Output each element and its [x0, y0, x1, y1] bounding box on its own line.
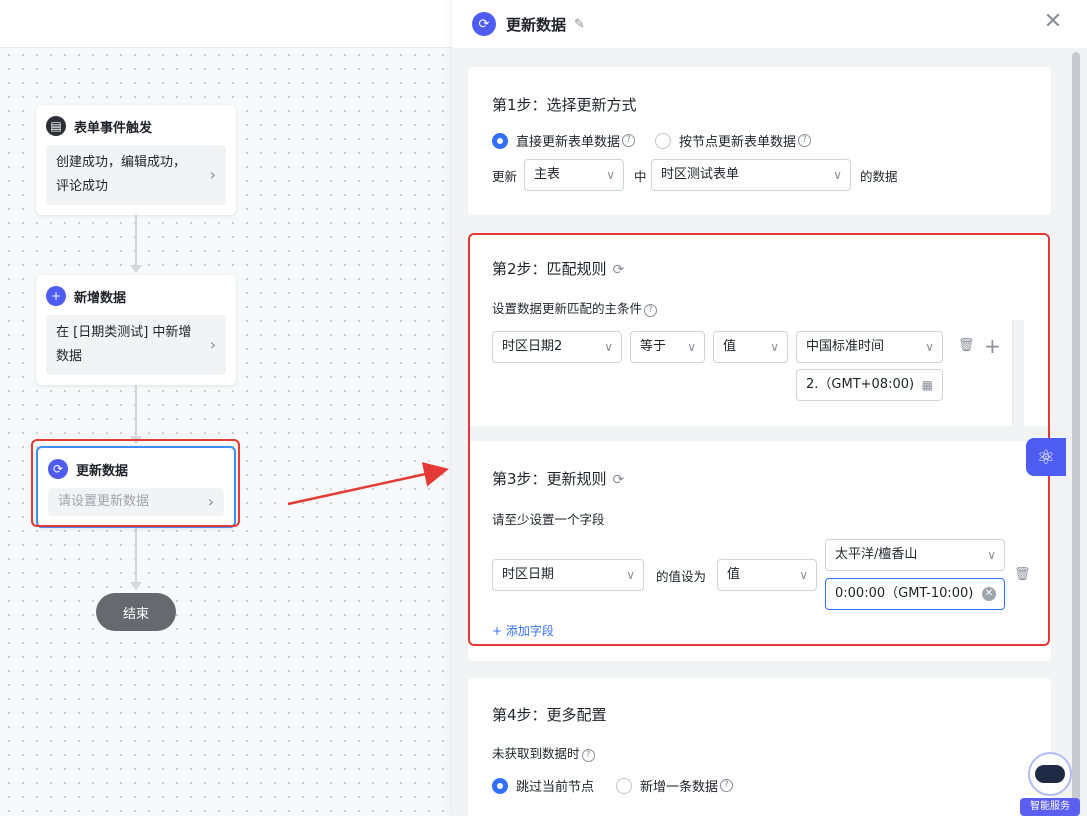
connector: [135, 527, 137, 583]
smart-service-widget[interactable]: 智能服务: [1020, 752, 1080, 816]
update-label: 更新: [492, 169, 518, 184]
flow-canvas[interactable]: ▤ 表单事件触发 创建成功，编辑成功，评论成功 › + 新增数据 在 [日期类测…: [0, 0, 452, 816]
node-summary-text: 在 [日期类测试] 中新增数据: [56, 325, 192, 364]
radio-skip-node-label[interactable]: 跳过当前节点: [516, 776, 594, 795]
add-data-node[interactable]: + 新增数据 在 [日期类测试] 中新增数据 ›: [36, 275, 236, 385]
node-summary-text: 创建成功，编辑成功，评论成功: [56, 155, 187, 194]
radio-direct-label[interactable]: 直接更新表单数据: [516, 131, 620, 150]
radio-add-record-label[interactable]: 新增一条数据: [640, 776, 718, 795]
bot-icon: ⚛: [1037, 445, 1055, 469]
step4-subtitle-row: 未获取到数据时?: [492, 743, 595, 762]
node-title: 表单事件触发: [74, 120, 153, 136]
chevron-right-icon: ›: [209, 335, 216, 354]
help-icon[interactable]: ?: [581, 749, 595, 762]
step4-card: 第4步：更多配置 未获取到数据时? 跳过当前节点 新增一条数据 ?: [468, 678, 1051, 816]
connector: [135, 381, 137, 437]
close-icon[interactable]: ✕: [1041, 10, 1065, 34]
step4-title: 第4步：更多配置: [492, 706, 607, 724]
plus-icon: +: [46, 286, 66, 306]
radio-by-node[interactable]: [655, 132, 672, 149]
suffix-label: 的数据: [860, 169, 898, 184]
help-icon[interactable]: ?: [720, 779, 734, 792]
end-node[interactable]: 结束: [96, 593, 176, 631]
chevron-down-icon: ∨: [606, 168, 615, 182]
robot-avatar-icon: [1028, 752, 1072, 796]
connector: [135, 210, 137, 266]
table-select[interactable]: 主表 ∨: [524, 159, 624, 191]
help-icon[interactable]: ?: [622, 134, 636, 147]
radio-direct[interactable]: [492, 132, 508, 149]
radio-skip-node[interactable]: [492, 777, 508, 794]
smart-service-label: 智能服务: [1020, 798, 1080, 816]
trigger-node[interactable]: ▤ 表单事件触发 创建成功，编辑成功，评论成功 ›: [36, 105, 236, 215]
form-doc-icon: ▤: [46, 116, 66, 136]
panel-title: 更新数据: [506, 15, 567, 34]
in-label: 中: [634, 169, 647, 184]
chevron-down-icon: ∨: [833, 168, 842, 182]
node-title: 新增数据: [74, 290, 127, 306]
chevron-right-icon: ›: [209, 165, 216, 184]
edit-icon[interactable]: ✎: [574, 17, 585, 32]
form-select[interactable]: 时区测试表单 ∨: [651, 159, 851, 191]
connector-arrow: [130, 582, 142, 590]
help-icon[interactable]: ?: [798, 134, 812, 147]
sync-icon: ⟳: [472, 12, 496, 36]
radio-by-node-label[interactable]: 按节点更新表单数据: [679, 131, 796, 150]
annotation-highlight: [31, 439, 240, 527]
connector-arrow: [130, 265, 142, 273]
step1-title: 第1步：选择更新方式: [492, 96, 637, 114]
step4-subtitle: 未获取到数据时: [492, 746, 580, 761]
form-select-value: 时区测试表单: [661, 167, 740, 182]
annotation-highlight: [468, 233, 1050, 646]
no-data-radio-group: 跳过当前节点 新增一条数据 ?: [492, 776, 734, 795]
node-config-panel: ⟳ 更新数据 ✎ ✕ 第1步：选择更新方式 直接更新表单数据 ? 按节点更新表单…: [452, 0, 1087, 816]
update-mode-radio-group: 直接更新表单数据 ? 按节点更新表单数据 ?: [492, 131, 812, 150]
panel-header: ⟳ 更新数据 ✎ ✕: [452, 0, 1087, 48]
table-select-value: 主表: [534, 167, 561, 182]
end-label: 结束: [122, 606, 149, 622]
panel-scrollbar[interactable]: [1072, 52, 1080, 812]
floating-assistant-button[interactable]: ⚛: [1026, 438, 1066, 476]
node-summary[interactable]: 在 [日期类测试] 中新增数据 ›: [46, 315, 226, 375]
step1-card: 第1步：选择更新方式 直接更新表单数据 ? 按节点更新表单数据 ? 更新 主表 …: [468, 67, 1051, 215]
canvas-toolbar: [0, 0, 452, 48]
node-summary[interactable]: 创建成功，编辑成功，评论成功 ›: [46, 145, 226, 205]
radio-add-record[interactable]: [616, 777, 633, 794]
